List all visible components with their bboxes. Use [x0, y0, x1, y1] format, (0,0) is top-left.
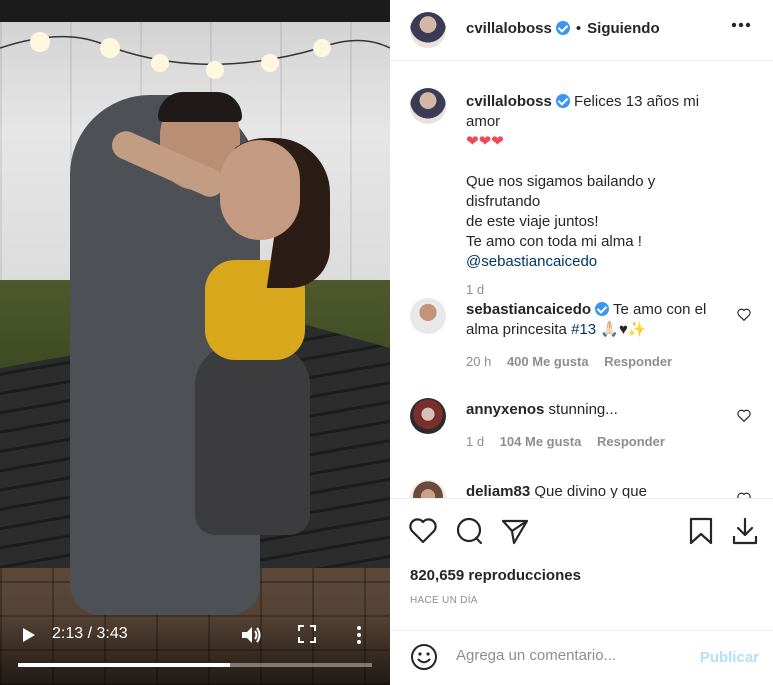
video-player[interactable]: 2:13 / 3:43 [0, 0, 390, 685]
comment-likes[interactable]: 400 Me gusta [507, 354, 589, 369]
comment-avatar[interactable] [410, 298, 446, 334]
comment-meta: 1 d 104 Me gusta Responder [466, 434, 677, 449]
caption-body: cvillaloboss Felices 13 años mi amor ❤❤❤… [466, 92, 733, 272]
fullscreen-icon[interactable] [298, 625, 316, 643]
comment-avatar[interactable] [410, 398, 446, 434]
emoji-icon[interactable] [410, 643, 438, 671]
author-info: cvillaloboss • Siguiendo [466, 20, 660, 37]
caption-meta: 1 d [466, 282, 496, 297]
comment-avatar[interactable] [410, 480, 446, 498]
comment-emojis: 🙏🏻♥✨ [600, 321, 647, 338]
comment-reply-button[interactable]: Responder [604, 354, 672, 369]
verified-badge-icon [555, 21, 570, 35]
like-comment-heart-icon[interactable] [737, 308, 751, 321]
comments-list[interactable]: cvillaloboss Felices 13 años mi amor ❤❤❤… [390, 62, 773, 498]
separator-dot: • [575, 20, 582, 37]
caption-paragraph-line3: Te amo con toda mi alma ! [466, 233, 642, 250]
video-person-man-hair [158, 92, 242, 122]
share-paper-plane-icon[interactable] [500, 516, 530, 546]
verified-badge-icon [595, 302, 610, 316]
comment-age[interactable]: 1 d [466, 434, 484, 449]
comment-username[interactable]: deliam83 [466, 483, 530, 498]
caption-author-avatar[interactable] [410, 88, 446, 124]
caption-username[interactable]: cvillaloboss [466, 93, 552, 110]
comment-body: annyxenos stunning... [466, 400, 733, 420]
comment-username[interactable]: sebastiancaicedo [466, 301, 591, 318]
video-controls: 2:13 / 3:43 [0, 615, 390, 685]
views-count: 820,659 reproducciones [410, 567, 581, 584]
string-lights-decoration [0, 32, 390, 79]
save-bookmark-icon[interactable] [686, 516, 716, 546]
post-actions: 820,659 reproducciones HACE UN DÍA [390, 498, 773, 618]
follow-status-button[interactable]: Siguiendo [587, 20, 660, 37]
comment-text-b: alma princesita [466, 321, 567, 338]
video-time: 2:13 / 3:43 [52, 625, 128, 642]
comment-hashtag-link[interactable]: #13 [571, 321, 596, 338]
post-header: cvillaloboss • Siguiendo [390, 0, 773, 61]
video-person-woman-legs [195, 345, 310, 535]
video-progress-fill [18, 663, 231, 667]
comment-text-a: Te amo con el [612, 301, 707, 318]
author-avatar[interactable] [410, 12, 446, 48]
comment-reply-button[interactable]: Responder [597, 434, 665, 449]
publish-button[interactable]: Publicar [700, 649, 759, 666]
comment-input[interactable] [456, 647, 686, 664]
post-side-panel: cvillaloboss • Siguiendo cvillaloboss Feli… [390, 0, 773, 685]
comment-body: sebastiancaicedo Te amo con el alma prin… [466, 300, 733, 340]
caption-hearts: ❤❤❤ [466, 133, 504, 150]
video-person-woman-head [220, 140, 300, 240]
more-options-icon[interactable] [731, 22, 751, 28]
comment-username[interactable]: annyxenos [466, 401, 544, 418]
caption-mention-link[interactable]: @sebastiancaicedo [466, 253, 597, 270]
comment-age[interactable]: 20 h [466, 354, 491, 369]
post-timestamp[interactable]: HACE UN DÍA [410, 595, 478, 606]
download-icon[interactable] [730, 516, 760, 546]
comment-likes[interactable]: 104 Me gusta [500, 434, 582, 449]
comment-body: deliam83 Que divino y que [466, 482, 733, 498]
video-progress-bar[interactable] [18, 663, 372, 667]
comment-bubble-icon[interactable] [454, 516, 484, 546]
comment-text: stunning... [548, 401, 618, 418]
add-comment-bar: Publicar [390, 630, 773, 685]
verified-badge-icon [555, 94, 570, 108]
caption-age[interactable]: 1 d [466, 282, 484, 297]
caption-paragraph-line1: Que nos sigamos bailando y disfrutando [466, 173, 656, 210]
like-heart-icon[interactable] [408, 516, 438, 546]
play-icon[interactable] [20, 627, 36, 643]
video-night-sky [0, 0, 390, 22]
video-more-options-icon[interactable] [354, 624, 364, 646]
author-username[interactable]: cvillaloboss [466, 20, 552, 37]
comment-meta: 20 h 400 Me gusta Responder [466, 354, 684, 369]
comment-text: Que divino y que [534, 483, 647, 498]
caption-paragraph-line2: de este viaje juntos! [466, 213, 599, 230]
volume-icon[interactable] [241, 625, 263, 645]
like-comment-heart-icon[interactable] [737, 409, 751, 422]
